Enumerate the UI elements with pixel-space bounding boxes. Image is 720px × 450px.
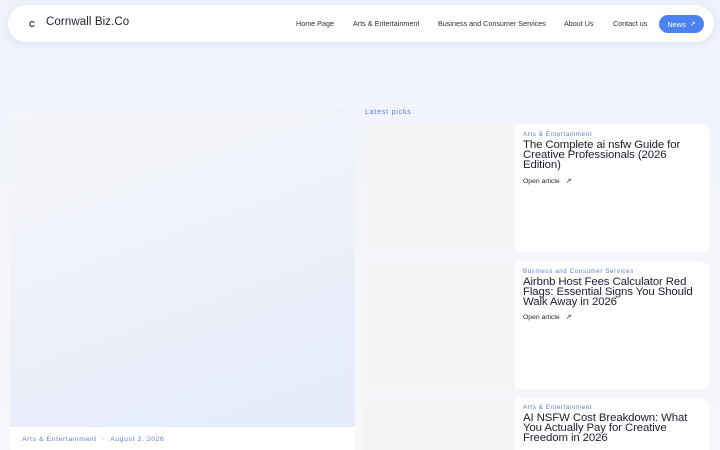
featured-meta: Arts & Entertainment · August 2, 2026 (22, 436, 164, 443)
open-article-label: Open article (523, 177, 560, 185)
card-category[interactable]: Arts & Entertainment (523, 131, 592, 138)
featured-article[interactable]: Arts & Entertainment · August 2, 2026 (10, 110, 355, 450)
article-card[interactable]: Business and Consumer Services Airbnb Ho… (365, 261, 710, 389)
card-title[interactable]: The Complete ai nsfw Guide for Creative … (523, 139, 703, 170)
card-thumbnail[interactable] (365, 398, 515, 450)
news-button[interactable]: News ↗ (659, 15, 704, 33)
logo-icon[interactable]: C (25, 17, 39, 31)
arrow-up-right-icon: ↗ (565, 314, 572, 321)
article-card[interactable]: Arts & Entertainment The Complete ai nsf… (365, 124, 710, 252)
article-card[interactable]: Arts & Entertainment AI NSFW Cost Breakd… (365, 398, 710, 450)
brand-name[interactable]: Cornwall Biz.Co (46, 16, 129, 28)
nav-arts-entertainment[interactable]: Arts & Entertainment (353, 19, 419, 28)
site-header: C Cornwall Biz.Co Home Page Arts & Enter… (8, 5, 714, 42)
open-article-link[interactable]: Open article ↗ (523, 177, 572, 186)
card-thumbnail[interactable] (365, 124, 515, 252)
open-article-link[interactable]: Open article ↗ (523, 313, 572, 322)
nav-home[interactable]: Home Page (296, 19, 334, 28)
featured-date: August 2, 2026 (110, 436, 165, 443)
featured-image[interactable] (10, 110, 355, 427)
nav-contact-us[interactable]: Contact us (613, 19, 647, 28)
featured-category[interactable]: Arts & Entertainment (22, 436, 97, 443)
open-article-label: Open article (523, 313, 560, 321)
card-category[interactable]: Arts & Entertainment (523, 404, 592, 411)
card-thumbnail[interactable] (365, 261, 515, 389)
card-category[interactable]: Business and Consumer Services (523, 268, 634, 275)
card-title[interactable]: AI NSFW Cost Breakdown: What You Actuall… (523, 412, 708, 443)
card-title[interactable]: Airbnb Host Fees Calculator Red Flags: E… (523, 276, 703, 307)
meta-separator: · (102, 436, 106, 443)
nav-business-consumer-services[interactable]: Business and Consumer Services (438, 19, 546, 28)
arrow-up-right-icon: ↗ (689, 21, 696, 28)
news-button-label: News (667, 19, 686, 29)
latest-picks-heading: Latest picks (365, 109, 412, 116)
arrow-up-right-icon: ↗ (565, 178, 572, 185)
nav-about-us[interactable]: About Us (564, 19, 594, 28)
